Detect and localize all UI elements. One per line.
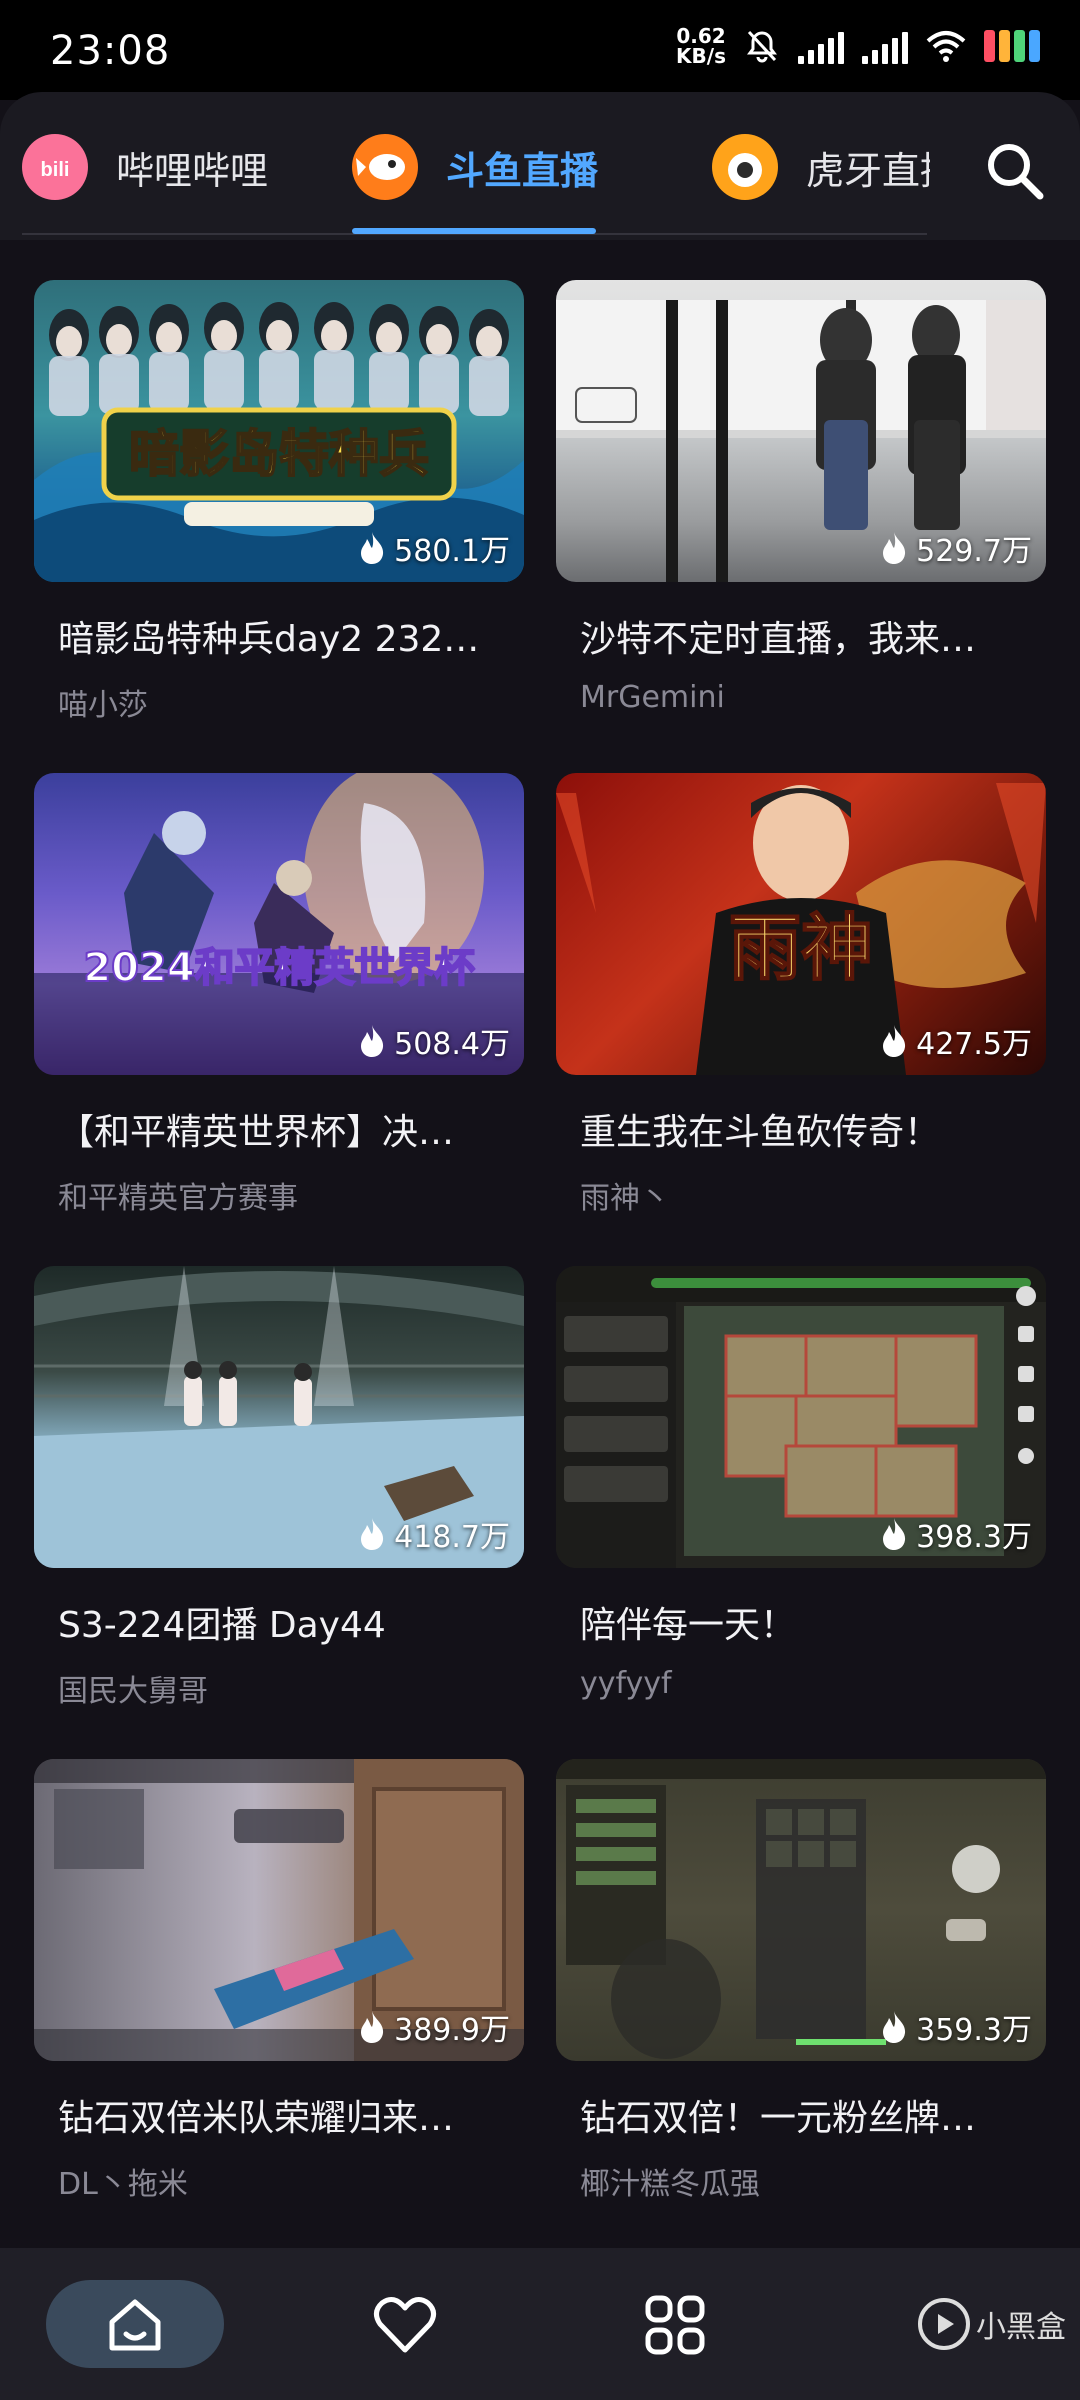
stream-title: S3-224团播 Day44 bbox=[58, 1605, 386, 1646]
flame-icon bbox=[361, 532, 384, 564]
streamer-name: 椰汁糕冬瓜强 bbox=[580, 2167, 760, 2202]
tab-huya[interactable]: 虎牙直播 bbox=[712, 132, 930, 202]
douyu-logo-icon bbox=[352, 134, 418, 200]
stream-card[interactable]: 雨神 427.5万 重生我在斗鱼砍传奇！ 雨神丶 bbox=[556, 773, 1046, 1217]
thumb-overlay-title: 暗影岛特种兵 bbox=[129, 425, 429, 483]
thumb-overlay-title: 2024和平精英世界杯 bbox=[83, 945, 474, 991]
stream-card[interactable]: 529.7万 沙特不定时直播，我来… MrGemini bbox=[556, 280, 1046, 715]
stream-title: 【和平精英世界杯】决… bbox=[58, 1112, 455, 1153]
streamer-name: 和平精英官方赛事 bbox=[58, 1181, 298, 1216]
stream-title: 暗影岛特种兵day2 232… bbox=[58, 619, 480, 660]
stream-card[interactable]: 418.7万 S3-224团播 Day44 国民大舅哥 bbox=[34, 1266, 524, 1710]
streamer-name: 喵小莎 bbox=[58, 688, 148, 723]
viewer-count: 359.3万 bbox=[880, 2005, 1032, 2049]
viewer-count: 427.5万 bbox=[880, 1019, 1032, 1063]
stream-title: 沙特不定时直播，我来… bbox=[580, 619, 977, 660]
stream-card[interactable]: 暗影岛特种兵 580.1万 暗影岛特种兵day2 232… 喵小莎 bbox=[34, 280, 524, 724]
flame-icon bbox=[883, 2011, 906, 2043]
stream-card[interactable]: 2024和平精英世界杯 508.4万 【和平精英世界杯】决… 和平精英官方赛事 bbox=[34, 773, 524, 1217]
home-button[interactable] bbox=[46, 2280, 224, 2368]
wifi-icon bbox=[926, 31, 966, 62]
flame-icon bbox=[361, 1025, 384, 1057]
flame-icon bbox=[883, 532, 906, 564]
tab-label: 斗鱼直播 bbox=[446, 148, 599, 193]
viewer-count: 389.9万 bbox=[358, 2005, 510, 2049]
status-time: 23:08 bbox=[50, 28, 171, 74]
stream-title: 钻石双倍米队荣耀归来… bbox=[58, 2098, 455, 2139]
streamer-name: DL丶拖米 bbox=[58, 2167, 188, 2202]
tab-label: 哔哩哔哩 bbox=[116, 148, 269, 193]
streamer-name: 国民大舅哥 bbox=[58, 1674, 208, 1709]
huya-logo-icon bbox=[712, 134, 778, 200]
flame-icon bbox=[361, 1518, 384, 1550]
tab-label: 虎牙直播 bbox=[806, 148, 930, 193]
network-speed: 0.62 KB/s bbox=[676, 24, 726, 68]
heybox-logo-icon bbox=[918, 2298, 970, 2350]
watermark: 小黑盒 bbox=[916, 2296, 1066, 2352]
flame-icon bbox=[361, 2011, 384, 2043]
search-icon[interactable] bbox=[980, 136, 1050, 206]
stream-card[interactable]: 389.9万 钻石双倍米队荣耀归来… DL丶拖米 bbox=[34, 1759, 524, 2203]
stream-thumbnail: 389.9万 bbox=[34, 1759, 524, 2061]
flame-icon bbox=[883, 1518, 906, 1550]
apps-grid-icon[interactable] bbox=[640, 2290, 710, 2360]
stream-thumbnail: 2024和平精英世界杯 508.4万 bbox=[34, 773, 524, 1075]
stream-title: 重生我在斗鱼砍传奇！ bbox=[580, 1112, 941, 1153]
stream-title: 陪伴每一天！ bbox=[580, 1605, 797, 1646]
stream-thumbnail: 418.7万 bbox=[34, 1266, 524, 1568]
stream-thumbnail: 398.3万 bbox=[556, 1266, 1046, 1568]
stream-thumbnail: 529.7万 bbox=[556, 280, 1046, 582]
streamer-name: MrGemini bbox=[580, 680, 725, 715]
bilibili-logo-icon: bili bbox=[22, 134, 88, 200]
stream-thumbnail: 359.3万 bbox=[556, 1759, 1046, 2061]
viewer-count: 580.1万 bbox=[358, 526, 510, 570]
stream-card[interactable]: 398.3万 陪伴每一天！ yyfyyf bbox=[556, 1266, 1046, 1701]
viewer-count: 398.3万 bbox=[880, 1512, 1032, 1556]
status-bar: 23:08 0.62 KB/s bbox=[0, 0, 1080, 100]
flame-icon bbox=[883, 1025, 906, 1057]
cell-signal-2-icon bbox=[862, 28, 908, 64]
cell-signal-icon bbox=[798, 28, 844, 64]
status-icons: 0.62 KB/s bbox=[676, 26, 1040, 66]
stream-thumbnail: 雨神 427.5万 bbox=[556, 773, 1046, 1075]
stream-title: 钻石双倍！一元粉丝牌… bbox=[580, 2098, 977, 2139]
viewer-count: 529.7万 bbox=[880, 526, 1032, 570]
platform-tab-bar: bili 哔哩哔哩 斗鱼直播 虎牙直播 bbox=[0, 92, 1080, 240]
battery-icon bbox=[984, 28, 1040, 64]
active-tab-indicator bbox=[352, 228, 596, 234]
bottom-nav-bar: 小黑盒 bbox=[0, 2248, 1080, 2400]
heart-icon[interactable] bbox=[370, 2290, 440, 2360]
home-icon bbox=[109, 2299, 161, 2351]
viewer-count: 508.4万 bbox=[358, 1019, 510, 1063]
mute-bell-icon bbox=[747, 30, 777, 63]
stream-card[interactable]: 359.3万 钻石双倍！一元粉丝牌… 椰汁糕冬瓜强 bbox=[556, 1759, 1046, 2203]
streamer-name: 雨神丶 bbox=[580, 1181, 670, 1216]
streamer-name: yyfyyf bbox=[580, 1666, 672, 1701]
stream-thumbnail: 暗影岛特种兵 580.1万 bbox=[34, 280, 524, 582]
svg-text:bili: bili bbox=[41, 159, 70, 181]
tab-douyu[interactable]: 斗鱼直播 bbox=[352, 132, 598, 202]
thumb-overlay-title: 雨神 bbox=[729, 905, 873, 990]
viewer-count: 418.7万 bbox=[358, 1512, 510, 1556]
tab-bilibili[interactable]: bili 哔哩哔哩 bbox=[22, 132, 268, 202]
